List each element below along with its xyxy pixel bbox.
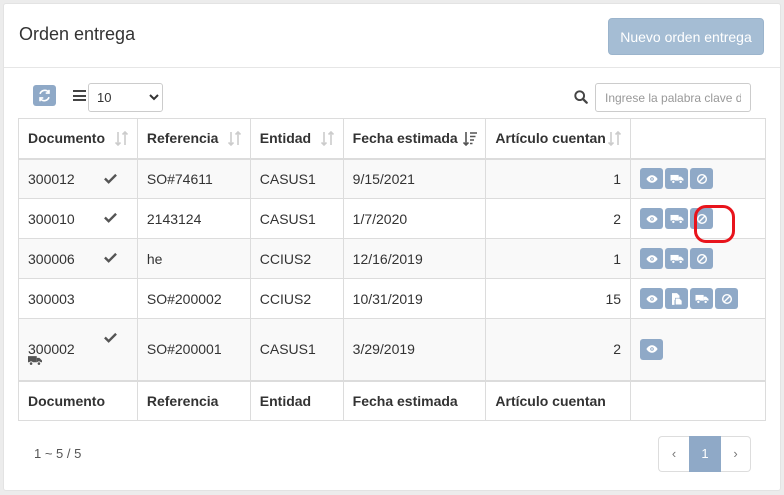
cell-articulo-cuentan: 2 [485,198,632,239]
footer-articulo-cuentan: Artículo cuentan [485,379,632,421]
document-number: 300012 [28,170,75,187]
document-number: 300003 [28,290,75,307]
truck-action-button[interactable] [665,208,689,229]
column-header-entidad[interactable]: Entidad [249,118,344,159]
column-header-documento[interactable]: Documento [18,118,138,159]
document-number: 300010 [28,210,75,227]
sort-icon [608,131,622,146]
truck-action-button[interactable] [665,248,689,269]
check-icon [103,212,117,223]
pagination-range: 1 ~ 5 / 5 [34,446,82,461]
column-header-fecha-estimada[interactable]: Fecha estimada [342,118,487,159]
cell-fecha-estimada: 12/16/2019 [342,238,487,279]
cell-entidad: CASUS1 [249,198,344,239]
ban-action-button[interactable] [715,288,739,309]
eye-action-button[interactable] [640,248,664,269]
footer-actions [630,379,766,421]
cell-fecha-estimada: 9/15/2021 [342,158,487,199]
cell-fecha-estimada: 3/29/2019 [342,318,487,381]
cell-referencia: SO#200002 [136,278,251,319]
cell-documento: 300003 [18,278,138,319]
eye-action-button[interactable] [640,288,664,309]
cell-referencia: he [136,238,251,279]
truck-icon [28,356,42,366]
new-delivery-order-button[interactable]: Nuevo orden entrega [608,18,764,55]
eye-action-button[interactable] [640,208,664,229]
truck-action-button[interactable] [690,288,714,309]
next-page-button[interactable]: › [721,436,751,472]
truck-action-button[interactable] [665,168,689,190]
cell-fecha-estimada: 1/7/2020 [342,198,487,239]
page-title: Orden entrega [19,24,136,44]
cell-articulo-cuentan: 1 [485,158,632,199]
footer-referencia: Referencia [136,379,251,421]
cell-entidad: CASUS1 [249,158,344,199]
table-row: 300002 SO#200001 CASUS1 3/29/2019 2 [18,318,766,381]
cell-entidad: CCIUS2 [249,238,344,279]
document-number: 300006 [28,250,75,267]
eye-action-button[interactable] [640,338,664,360]
delivery-orders-table: Documento Referencia Entidad Fecha estim… [18,118,766,421]
table-row: 300003 SO#200002 CCIUS2 10/31/2019 15 [18,278,766,319]
ban-action-button[interactable] [690,168,714,190]
check-icon [103,252,117,263]
sort-icon [320,131,334,146]
list-icon [73,90,86,101]
cell-articulo-cuentan: 15 [485,278,632,319]
cell-actions [630,278,766,319]
eye-action-button[interactable] [640,168,664,190]
page-size-select[interactable]: 102550100 [88,83,163,112]
previous-page-button[interactable]: ‹ [658,436,689,472]
column-header-referencia[interactable]: Referencia [136,118,251,159]
cell-referencia: SO#200001 [136,318,251,381]
table-row: 300006 he CCIUS2 12/16/2019 1 [18,238,766,279]
panel-header: Orden entrega Nuevo orden entrega [4,4,780,68]
refresh-button[interactable] [33,85,56,106]
sort-icon [227,131,241,146]
cell-documento: 300010 [18,198,138,239]
refresh-icon [39,89,50,102]
cell-actions [630,318,766,381]
table-footer-row: Documento Referencia Entidad Fecha estim… [18,379,766,421]
cell-actions [630,238,766,279]
cell-referencia: 2143124 [136,198,251,239]
document-action-button[interactable] [665,288,689,309]
cell-documento: 300006 [18,238,138,279]
cell-actions [630,198,766,239]
cell-entidad: CCIUS2 [249,278,344,319]
table-header-row: Documento Referencia Entidad Fecha estim… [18,118,766,159]
column-header-actions [630,118,766,159]
table-row: 300010 2143124 CASUS1 1/7/2020 2 [18,198,766,239]
pagination: ‹ 1 › [658,436,751,472]
cell-actions [630,158,766,199]
table-footer: 1 ~ 5 / 5 ‹ 1 › [4,426,780,490]
cell-entidad: CASUS1 [249,318,344,381]
cell-fecha-estimada: 10/31/2019 [342,278,487,319]
search-icon [574,90,588,104]
ban-action-button[interactable] [690,248,714,269]
cell-referencia: SO#74611 [136,158,251,199]
search-input[interactable] [595,83,751,112]
sort-icon [114,131,128,146]
footer-fecha-estimada: Fecha estimada [342,379,487,421]
footer-entidad: Entidad [249,379,344,421]
column-header-articulo-cuentan[interactable]: Artículo cuentan [485,118,632,159]
cell-articulo-cuentan: 1 [485,238,632,279]
page-1-button[interactable]: 1 [689,436,721,472]
check-icon [103,173,117,184]
footer-documento: Documento [18,379,138,421]
table-toolbar: 102550100 [4,68,780,118]
ban-action-button[interactable] [690,208,714,229]
cell-documento: 300002 [18,318,138,381]
delivery-order-panel: Orden entrega Nuevo orden entrega 102550… [3,3,781,491]
cell-documento: 300012 [18,158,138,199]
sort-desc-icon [463,132,478,146]
check-icon [103,332,117,343]
table-row: 300012 SO#74611 CASUS1 9/15/2021 1 [18,158,766,199]
cell-articulo-cuentan: 2 [485,318,632,381]
